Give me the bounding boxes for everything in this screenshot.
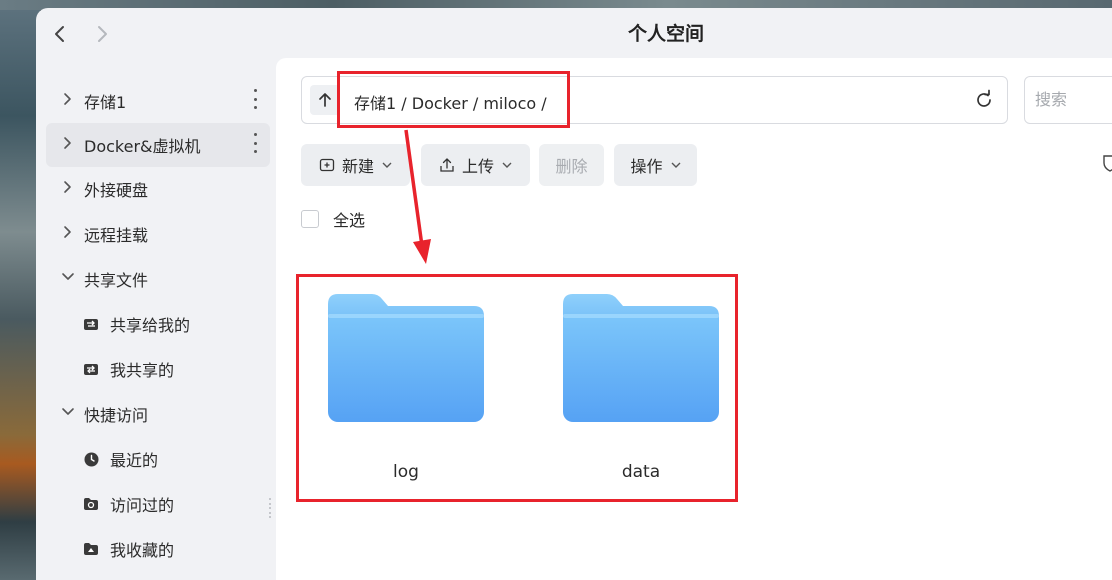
sidebar-item-label: 远程挂载 bbox=[84, 226, 149, 245]
sidebar-item-visited[interactable]: 访问过的 bbox=[46, 482, 270, 526]
upload-icon bbox=[439, 157, 455, 173]
arrow-up-icon bbox=[319, 93, 331, 107]
actions-button[interactable]: 操作 bbox=[614, 144, 697, 186]
sidebar-resize-handle[interactable] bbox=[269, 498, 272, 518]
chevron-right-icon bbox=[58, 180, 78, 198]
select-all[interactable]: 全选 bbox=[301, 207, 365, 231]
upload-button-label: 上传 bbox=[461, 157, 494, 176]
visited-folder-icon bbox=[82, 497, 100, 511]
sidebar-item-my-shares[interactable]: 我共享的 bbox=[46, 347, 270, 391]
sidebar-item-label: 外接硬盘 bbox=[84, 181, 149, 200]
folder-name: log bbox=[393, 462, 419, 482]
new-file-icon bbox=[319, 157, 335, 173]
folder-icon bbox=[563, 294, 719, 422]
chevron-down-icon bbox=[382, 159, 392, 172]
more-menu-icon[interactable] bbox=[252, 133, 258, 153]
chevron-right-icon bbox=[58, 225, 78, 243]
sidebar-item-label: 共享文件 bbox=[84, 271, 149, 290]
sidebar-item-label: 存储1 bbox=[84, 93, 127, 112]
favorite-folder-icon bbox=[82, 542, 100, 556]
select-all-label: 全选 bbox=[333, 211, 366, 230]
breadcrumb[interactable]: 存储1 / Docker / miloco / bbox=[354, 90, 547, 114]
folder-item[interactable]: data bbox=[556, 292, 726, 492]
sidebar-item-label: Docker&虚拟机 bbox=[84, 137, 201, 156]
chevron-left-icon bbox=[55, 26, 64, 42]
sidebar-item-label: 我共享的 bbox=[110, 361, 175, 380]
sidebar-item-recent[interactable]: 最近的 bbox=[46, 437, 270, 481]
chevron-down-icon bbox=[502, 159, 512, 172]
sidebar-item-shared-with-me[interactable]: 共享给我的 bbox=[46, 302, 270, 346]
path-bar[interactable]: 存储1 / Docker / miloco / bbox=[301, 76, 1008, 124]
sidebar-item-label: 访问过的 bbox=[110, 496, 175, 515]
refresh-button[interactable] bbox=[973, 89, 995, 111]
more-menu-icon[interactable] bbox=[252, 89, 258, 109]
shield-icon[interactable] bbox=[1102, 154, 1112, 172]
chevron-down-icon bbox=[58, 271, 78, 287]
delete-button[interactable]: 删除 bbox=[539, 144, 604, 186]
chevron-right-icon bbox=[58, 92, 78, 110]
sidebar: 存储1 Docker&虚拟机 外接硬盘 远程挂载 共享文件 共享给我的 我共享的… bbox=[36, 58, 276, 580]
sidebar-item-label: 共享给我的 bbox=[110, 316, 191, 335]
chevron-right-icon bbox=[58, 136, 78, 154]
folder-icon bbox=[328, 294, 484, 422]
actions-button-label: 操作 bbox=[630, 157, 663, 176]
desktop-wallpaper bbox=[0, 0, 40, 580]
chevron-right-icon bbox=[98, 26, 107, 42]
window-title: 个人空间 bbox=[627, 23, 704, 45]
main-panel: 存储1 / Docker / miloco / 新建 上传 bbox=[276, 58, 1112, 580]
new-button[interactable]: 新建 bbox=[301, 144, 410, 186]
forward-button[interactable] bbox=[90, 22, 114, 46]
sidebar-item-quick-access[interactable]: 快捷访问 bbox=[46, 392, 270, 436]
clock-icon bbox=[82, 452, 100, 466]
sidebar-item-external-disk[interactable]: 外接硬盘 bbox=[46, 167, 270, 211]
chevron-down-icon bbox=[58, 406, 78, 422]
folder-name: data bbox=[621, 462, 661, 482]
refresh-icon bbox=[977, 89, 991, 107]
sidebar-item-docker-vm[interactable]: Docker&虚拟机 bbox=[46, 123, 270, 167]
sidebar-item-label: 快捷访问 bbox=[84, 406, 149, 425]
delete-button-label: 删除 bbox=[555, 157, 588, 176]
select-all-checkbox[interactable] bbox=[301, 210, 319, 228]
sidebar-item-shared-files[interactable]: 共享文件 bbox=[46, 257, 270, 301]
sidebar-item-label: 我收藏的 bbox=[110, 541, 175, 560]
sidebar-item-label: 最近的 bbox=[110, 451, 159, 470]
share-in-icon bbox=[82, 317, 100, 331]
sidebar-item-storage1[interactable]: 存储1 bbox=[46, 79, 270, 123]
chevron-down-icon bbox=[671, 159, 681, 172]
upload-button[interactable]: 上传 bbox=[421, 144, 530, 186]
share-out-icon bbox=[82, 362, 100, 376]
folder-item[interactable]: log bbox=[321, 292, 491, 492]
search-box[interactable] bbox=[1024, 76, 1112, 124]
new-button-label: 新建 bbox=[341, 157, 374, 176]
file-manager-window: 个人空间 存储1 Docker&虚拟机 外接硬盘 远程挂载 共享文件 共享给我的… bbox=[36, 8, 1112, 580]
sidebar-item-remote-mount[interactable]: 远程挂载 bbox=[46, 212, 270, 256]
sidebar-item-favorites[interactable]: 我收藏的 bbox=[46, 527, 270, 571]
search-input[interactable] bbox=[1035, 90, 1112, 109]
back-button[interactable] bbox=[48, 22, 72, 46]
up-button[interactable] bbox=[310, 85, 340, 115]
title-bar: 个人空间 bbox=[36, 8, 1112, 58]
